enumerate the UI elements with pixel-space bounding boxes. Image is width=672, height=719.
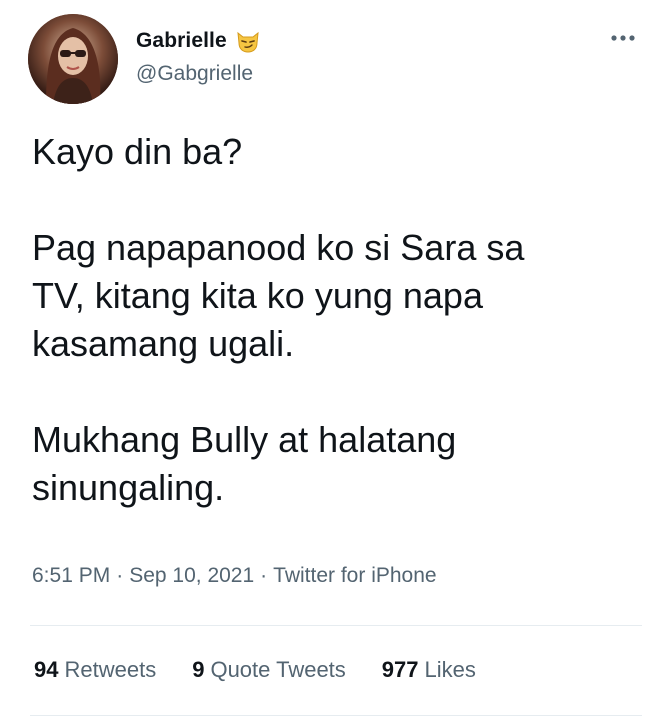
divider xyxy=(30,625,642,626)
more-horizontal-icon xyxy=(611,35,635,41)
avatar[interactable] xyxy=(28,14,118,104)
author-handle[interactable]: @Gabgrielle xyxy=(136,62,253,86)
tweet-text-line: Mukhang Bully at halatang xyxy=(32,419,457,460)
tweet-time[interactable]: 6:51 PM xyxy=(32,564,110,588)
quote-tweets-label: Quote Tweets xyxy=(210,657,346,682)
retweets-label: Retweets xyxy=(64,657,157,682)
tweet-card: Gabrielle @Gabgrielle Kayo din ba? Pag n… xyxy=(0,0,672,719)
tweet-text-blank-line xyxy=(32,176,642,224)
likes-stat[interactable]: 977 Likes xyxy=(382,657,476,683)
meta-separator: · xyxy=(116,564,124,587)
tweet-text-line: TV, kitang kita ko yung napa xyxy=(32,275,483,316)
smirking-cat-icon xyxy=(237,31,259,53)
author-name[interactable]: Gabrielle xyxy=(136,29,227,53)
divider xyxy=(30,715,642,716)
tweet-text-blank-line xyxy=(32,368,642,416)
retweets-count: 94 xyxy=(34,657,59,682)
quote-tweets-count: 9 xyxy=(192,657,205,682)
retweets-stat[interactable]: 94 Retweets xyxy=(34,657,156,683)
tweet-text: Kayo din ba? Pag napapanood ko si Sara s… xyxy=(32,128,642,512)
likes-count: 977 xyxy=(381,657,419,682)
likes-label: Likes xyxy=(424,657,476,682)
tweet-text-line: Kayo din ba? xyxy=(32,131,243,172)
tweet-meta: 6:51 PM · Sep 10, 2021 · Twitter for iPh… xyxy=(32,564,437,588)
meta-separator: · xyxy=(260,564,268,587)
tweet-text-line: kasamang ugali. xyxy=(32,323,295,364)
more-options-button[interactable] xyxy=(608,26,638,50)
tweet-text-line: Pag napapanood ko si Sara sa xyxy=(32,227,525,268)
tweet-source[interactable]: Twitter for iPhone xyxy=(273,564,436,588)
tweet-text-line: sinungaling. xyxy=(32,467,225,508)
tweet-stats: 94 Retweets 9 Quote Tweets 977 Likes xyxy=(34,657,512,683)
quote-tweets-stat[interactable]: 9 Quote Tweets xyxy=(192,657,346,683)
tweet-date[interactable]: Sep 10, 2021 xyxy=(129,564,254,588)
author-name-row: Gabrielle xyxy=(136,26,261,56)
